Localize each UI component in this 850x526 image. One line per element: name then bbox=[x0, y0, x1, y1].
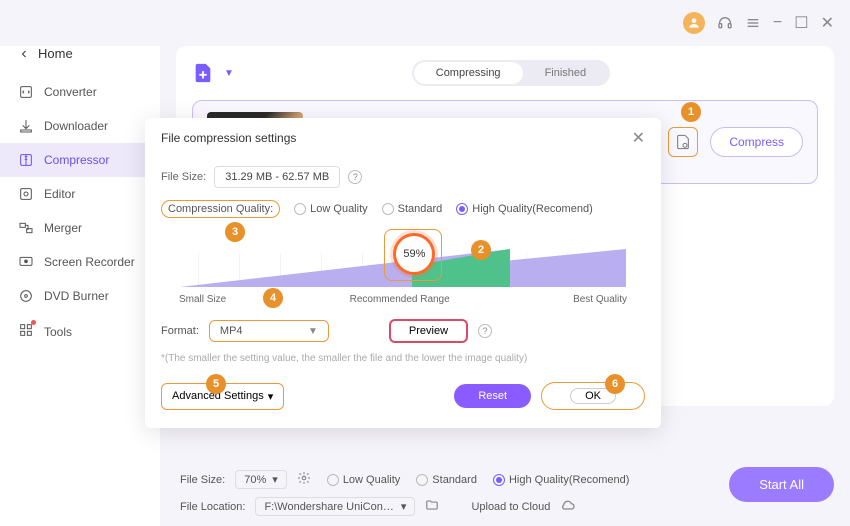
folder-icon[interactable] bbox=[425, 498, 439, 515]
tab-compressing[interactable]: Compressing bbox=[414, 62, 523, 84]
reset-button[interactable]: Reset bbox=[454, 384, 531, 408]
annotation-2: 2 bbox=[471, 240, 491, 260]
chevron-down-icon: ▾ bbox=[268, 390, 274, 403]
upload-cloud-label: Upload to Cloud bbox=[471, 501, 550, 513]
bb-filesize-label: File Size: bbox=[180, 474, 225, 486]
titlebar: − ☐ ✕ bbox=[0, 0, 850, 46]
cloud-icon[interactable] bbox=[560, 497, 576, 516]
bb-location-select[interactable]: F:\Wondershare UniConverter 1▾ bbox=[255, 497, 415, 516]
bb-radio-low[interactable]: Low Quality bbox=[327, 474, 400, 486]
filesize-value[interactable]: 31.29 MB - 62.57 MB bbox=[214, 166, 340, 188]
modal-title: File compression settings bbox=[161, 131, 296, 145]
annotation-3: 3 bbox=[225, 222, 245, 242]
add-dropdown-caret[interactable]: ▼ bbox=[224, 68, 234, 79]
slider-best-label: Best Quality bbox=[573, 294, 627, 305]
minimize-button[interactable]: − bbox=[773, 14, 782, 32]
sidebar-item-dvd-burner[interactable]: DVD Burner bbox=[0, 279, 160, 313]
bb-radio-standard[interactable]: Standard bbox=[416, 474, 477, 486]
gear-icon[interactable] bbox=[297, 471, 311, 488]
file-settings-button[interactable] bbox=[668, 127, 698, 157]
format-label: Format: bbox=[161, 325, 199, 337]
filesize-label: File Size: bbox=[161, 171, 206, 183]
preview-button[interactable]: Preview bbox=[389, 319, 468, 343]
bb-radio-high[interactable]: High Quality(Recomend) bbox=[493, 474, 629, 486]
back-home[interactable]: Home bbox=[0, 46, 160, 75]
tab-finished[interactable]: Finished bbox=[523, 62, 609, 84]
annotation-1: 1 bbox=[681, 102, 701, 122]
radio-high-quality[interactable]: High Quality(Recomend) bbox=[456, 203, 592, 215]
annotation-4: 4 bbox=[263, 288, 283, 308]
add-file-icon[interactable] bbox=[192, 62, 214, 84]
menu-icon[interactable] bbox=[745, 15, 761, 31]
modal-close-button[interactable]: ✕ bbox=[632, 128, 645, 148]
ok-button[interactable]: OK bbox=[541, 382, 645, 410]
back-label: Home bbox=[38, 46, 73, 61]
compress-button[interactable]: Compress bbox=[710, 127, 803, 157]
maximize-button[interactable]: ☐ bbox=[794, 13, 808, 33]
compression-quality-label: Compression Quality: bbox=[161, 200, 280, 218]
annotation-6: 6 bbox=[605, 374, 625, 394]
tabs: Compressing Finished bbox=[412, 60, 610, 86]
slider-range-label: Recommended Range bbox=[350, 294, 450, 305]
preview-info-icon[interactable]: ? bbox=[478, 324, 492, 338]
chevron-down-icon: ▼ bbox=[308, 326, 318, 337]
sidebar-item-compressor[interactable]: Compressor bbox=[0, 143, 160, 177]
info-icon[interactable]: ? bbox=[348, 170, 362, 184]
start-all-button[interactable]: Start All bbox=[729, 467, 834, 502]
slider-small-label: Small Size bbox=[179, 294, 226, 305]
sidebar-item-converter[interactable]: Converter bbox=[0, 75, 160, 109]
sidebar: Home Converter Downloader Compressor Edi… bbox=[0, 46, 160, 526]
headset-icon[interactable] bbox=[717, 15, 733, 31]
annotation-5: 5 bbox=[206, 374, 226, 394]
radio-low-quality[interactable]: Low Quality bbox=[294, 203, 367, 215]
quality-note: *(The smaller the setting value, the sma… bbox=[161, 353, 645, 364]
bb-location-label: File Location: bbox=[180, 501, 245, 513]
sidebar-item-tools[interactable]: Tools bbox=[0, 313, 160, 350]
close-button[interactable]: ✕ bbox=[821, 13, 834, 33]
radio-standard[interactable]: Standard bbox=[382, 203, 443, 215]
sidebar-item-merger[interactable]: Merger bbox=[0, 211, 160, 245]
user-avatar[interactable] bbox=[683, 12, 705, 34]
sidebar-item-screen-recorder[interactable]: Screen Recorder bbox=[0, 245, 160, 279]
bb-filesize-select[interactable]: 70%▾ bbox=[235, 470, 287, 489]
sidebar-item-downloader[interactable]: Downloader bbox=[0, 109, 160, 143]
sidebar-item-editor[interactable]: Editor bbox=[0, 177, 160, 211]
format-select[interactable]: MP4 ▼ bbox=[209, 320, 329, 342]
